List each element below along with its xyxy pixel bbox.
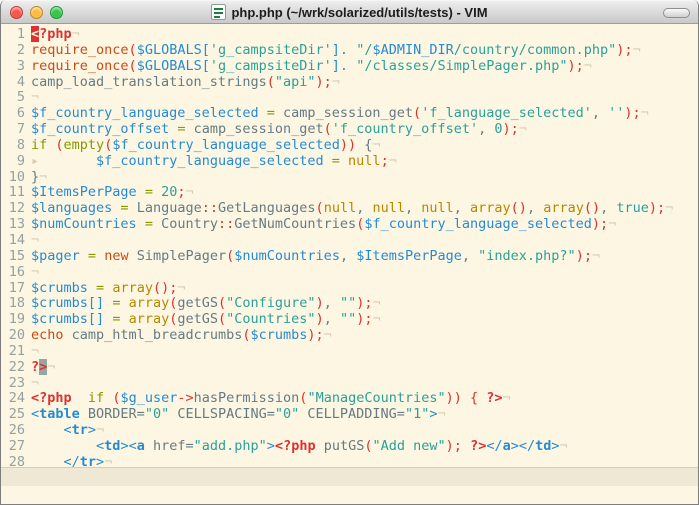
code-text: $crumbs[] = array(getGS("Configure"), ""… bbox=[31, 296, 698, 312]
code-text: ¬ bbox=[31, 376, 698, 392]
code-text: echo camp_html_breadcrumbs($crumbs);¬ bbox=[31, 328, 698, 344]
line-number: 23 bbox=[1, 376, 31, 392]
code-text: ?>¬ bbox=[31, 360, 698, 376]
code-line: 16¬ bbox=[1, 265, 698, 281]
code-text: $crumbs[] = array(getGS("Countries"), ""… bbox=[31, 312, 698, 328]
code-line: 28 </tr>¬ bbox=[1, 455, 698, 467]
code-text: $pager = new SimplePager($numCountries, … bbox=[31, 249, 698, 265]
code-text: </tr>¬ bbox=[31, 455, 698, 467]
line-number: 6 bbox=[1, 106, 31, 122]
code-text: $ItemsPerPage = 20;¬ bbox=[31, 185, 698, 201]
code-line: 17$crumbs = array();¬ bbox=[1, 281, 698, 297]
code-line: 3require_once($GLOBALS['g_campsiteDir'].… bbox=[1, 59, 698, 75]
line-number: 16 bbox=[1, 265, 31, 281]
code-line: 25<table BORDER="0" CELLSPACING="0" CELL… bbox=[1, 407, 698, 423]
line-number: 12 bbox=[1, 201, 31, 217]
line-number: 24 bbox=[1, 391, 31, 407]
line-number: 20 bbox=[1, 328, 31, 344]
code-text: $f_country_offset = camp_session_get('f_… bbox=[31, 122, 698, 138]
line-number: 4 bbox=[1, 75, 31, 91]
code-line: 21¬ bbox=[1, 344, 698, 360]
code-text: require_once($GLOBALS['g_campsiteDir']. … bbox=[31, 43, 698, 59]
code-line: 4camp_load_translation_strings("api");¬ bbox=[1, 75, 698, 91]
code-text: if (empty($f_country_language_selected))… bbox=[31, 138, 698, 154]
code-text: $numCountries = Country::GetNumCountries… bbox=[31, 217, 698, 233]
line-number: 28 bbox=[1, 455, 31, 467]
code-text: require_once($GLOBALS['g_campsiteDir']. … bbox=[31, 59, 698, 75]
code-line: 23¬ bbox=[1, 376, 698, 392]
line-number: 8 bbox=[1, 138, 31, 154]
code-line: 8if (empty($f_country_language_selected)… bbox=[1, 138, 698, 154]
code-line: 14¬ bbox=[1, 233, 698, 249]
code-line: 12$languages = Language::GetLanguages(nu… bbox=[1, 201, 698, 217]
line-number: 22 bbox=[1, 360, 31, 376]
code-line: 10}¬ bbox=[1, 170, 698, 186]
line-number: 2 bbox=[1, 43, 31, 59]
code-line: 26 <tr>¬ bbox=[1, 423, 698, 439]
editor-area[interactable]: 1<?php¬2require_once($GLOBALS['g_campsit… bbox=[1, 24, 698, 467]
title-area: php.php (~/wrk/solarized/utils/tests) - … bbox=[211, 4, 487, 20]
line-number: 18 bbox=[1, 296, 31, 312]
code-text: $crumbs = array();¬ bbox=[31, 281, 698, 297]
code-line: 22?>¬ bbox=[1, 360, 698, 376]
code-line: 2require_once($GLOBALS['g_campsiteDir'].… bbox=[1, 43, 698, 59]
code-line: 9▸ $f_country_language_selected = null;¬ bbox=[1, 154, 698, 170]
toolbar-toggle-button[interactable] bbox=[663, 8, 690, 18]
code-line: 7$f_country_offset = camp_session_get('f… bbox=[1, 122, 698, 138]
code-line: 19$crumbs[] = array(getGS("Countries"), … bbox=[1, 312, 698, 328]
line-number: 11 bbox=[1, 185, 31, 201]
window-title: php.php (~/wrk/solarized/utils/tests) - … bbox=[231, 5, 487, 20]
code-text: <td><a href="add.php"><?php putGS("Add n… bbox=[31, 439, 698, 455]
code-line: 24<?php if ($g_user->hasPermission("Mana… bbox=[1, 391, 698, 407]
line-number: 14 bbox=[1, 233, 31, 249]
line-number: 9 bbox=[1, 154, 31, 170]
code-line: 15$pager = new SimplePager($numCountries… bbox=[1, 249, 698, 265]
minimize-button[interactable] bbox=[30, 6, 43, 19]
code-text: <?php if ($g_user->hasPermission("Manage… bbox=[31, 391, 698, 407]
text-cursor: < bbox=[31, 26, 39, 42]
code-text: camp_load_translation_strings("api");¬ bbox=[31, 75, 698, 91]
vim-document-icon[interactable] bbox=[211, 4, 226, 20]
line-number: 10 bbox=[1, 170, 31, 186]
code-text: ¬ bbox=[31, 265, 698, 281]
line-number: 25 bbox=[1, 407, 31, 423]
line-number: 21 bbox=[1, 344, 31, 360]
window-titlebar[interactable]: php.php (~/wrk/solarized/utils/tests) - … bbox=[1, 0, 698, 24]
code-lines: 1<?php¬2require_once($GLOBALS['g_campsit… bbox=[1, 27, 698, 467]
window-controls bbox=[10, 1, 63, 23]
line-number: 19 bbox=[1, 312, 31, 328]
code-line: 18$crumbs[] = array(getGS("Configure"), … bbox=[1, 296, 698, 312]
code-text: ¬ bbox=[31, 90, 698, 106]
code-line: 6$f_country_language_selected = camp_ses… bbox=[1, 106, 698, 122]
line-number: 17 bbox=[1, 281, 31, 297]
code-text: <table BORDER="0" CELLSPACING="0" CELLPA… bbox=[31, 407, 698, 423]
code-text: $languages = Language::GetLanguages(null… bbox=[31, 201, 698, 217]
zoom-button[interactable] bbox=[50, 6, 63, 19]
line-number: 7 bbox=[1, 122, 31, 138]
status-line: ~/wrk/solarized/utils/tests/php.php[29][… bbox=[1, 467, 698, 486]
line-number: 1 bbox=[1, 27, 31, 43]
code-text: }¬ bbox=[31, 170, 698, 186]
code-line: 11$ItemsPerPage = 20;¬ bbox=[1, 185, 698, 201]
code-line: 5¬ bbox=[1, 90, 698, 106]
line-number: 5 bbox=[1, 90, 31, 106]
code-line: 20echo camp_html_breadcrumbs($crumbs);¬ bbox=[1, 328, 698, 344]
command-line-area bbox=[1, 486, 698, 504]
code-text: ¬ bbox=[31, 344, 698, 360]
code-text: <?php¬ bbox=[31, 27, 698, 43]
code-text: $f_country_language_selected = camp_sess… bbox=[31, 106, 698, 122]
line-number: 15 bbox=[1, 249, 31, 265]
code-text: ▸ $f_country_language_selected = null;¬ bbox=[31, 154, 698, 170]
close-button[interactable] bbox=[10, 6, 23, 19]
code-text: ¬ bbox=[31, 233, 698, 249]
line-number: 26 bbox=[1, 423, 31, 439]
code-line: 1<?php¬ bbox=[1, 27, 698, 43]
vim-window: php.php (~/wrk/solarized/utils/tests) - … bbox=[0, 0, 699, 505]
code-line: 13$numCountries = Country::GetNumCountri… bbox=[1, 217, 698, 233]
code-text: <tr>¬ bbox=[31, 423, 698, 439]
line-number: 27 bbox=[1, 439, 31, 455]
line-number: 3 bbox=[1, 59, 31, 75]
code-line: 27 <td><a href="add.php"><?php putGS("Ad… bbox=[1, 439, 698, 455]
line-number: 13 bbox=[1, 217, 31, 233]
